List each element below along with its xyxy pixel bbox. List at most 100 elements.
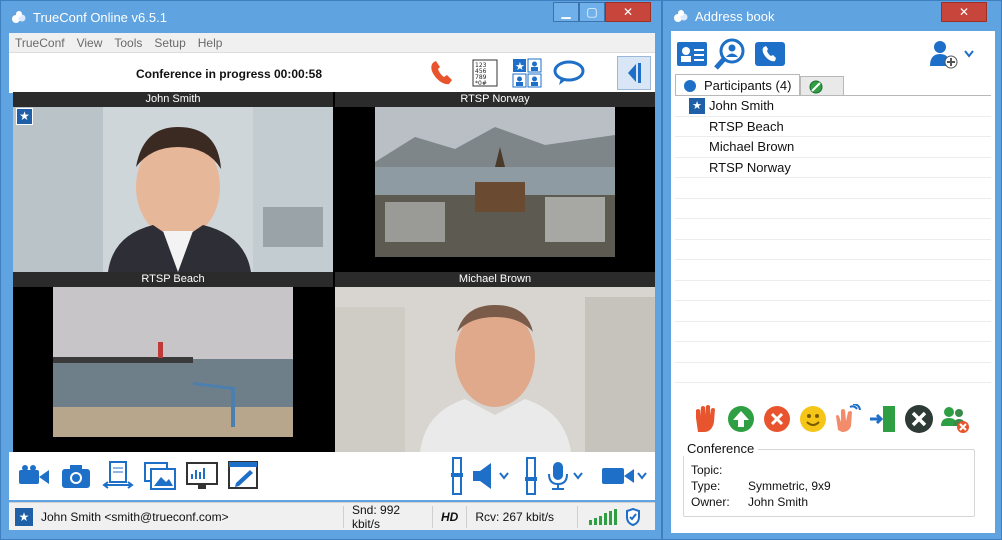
owner-value: John Smith [748,495,809,509]
mic-volume-slider[interactable] [523,457,539,495]
speaker-button[interactable] [467,460,501,492]
volume-slider-icon [525,457,537,495]
menu-setup[interactable]: Setup [148,36,191,50]
list-item[interactable]: RTSP Beach [675,117,991,137]
list-item-empty [675,342,991,363]
participants-layout-icon: ★ [512,58,542,88]
slideshow-icon [144,462,176,490]
microphone-button[interactable] [541,460,575,492]
video-camera-icon [602,468,634,484]
contact-card-icon [677,42,707,66]
main-window-title: TrueConf Online v6.5.1 [33,9,167,25]
list-item-empty [675,219,991,240]
trueconf-logo-icon [674,10,688,22]
file-transfer-icon [102,461,134,489]
add-user-icon [930,41,958,69]
contacts-button[interactable] [675,37,709,71]
arrow-up-circle-icon [728,406,754,432]
maximize-button[interactable]: ▢ [579,2,605,22]
svg-text:*0#: *0# [475,80,487,87]
dialpad-button[interactable]: 123 456 789 *0# [469,57,501,89]
conference-heading: Conference [683,441,759,456]
add-contact-button[interactable] [927,37,961,71]
tab-participants-label: Participants (4) [704,78,792,93]
participants-dot-icon [684,79,696,92]
topic-label: Topic: [691,463,723,477]
address-book-window: Address book ✕ Participants (4) ★ John S… [662,0,1002,540]
participant-name: Michael Brown [709,139,795,155]
camera-toggle-button[interactable] [17,460,51,492]
rtsp-video-image [53,287,293,437]
video-tile-michael-brown[interactable]: Michael Brown [335,272,655,452]
chat-button[interactable] [553,57,585,89]
menu-trueconf[interactable]: TrueConf [9,36,71,50]
menu-tools[interactable]: Tools [108,36,148,50]
mic-options-dropdown[interactable] [571,460,585,492]
presenter-star-icon: ★ [16,108,33,125]
remove-participant-button[interactable] [761,403,793,435]
leave-conference-button[interactable] [867,403,899,435]
type-label: Type: [691,479,721,493]
promote-button[interactable] [725,403,757,435]
list-item-empty [675,178,991,199]
snapshot-button[interactable] [59,460,93,492]
end-conference-button[interactable] [903,403,935,435]
video-send-button[interactable] [601,460,635,492]
stop-circle-icon [905,405,933,433]
dialpad-icon: 123456789*0# [472,59,498,87]
exit-door-icon [870,406,895,432]
kick-all-button[interactable] [939,403,971,435]
list-item-empty [675,281,991,301]
participant-video-image [335,287,655,452]
list-item[interactable]: ★ John Smith [675,96,991,117]
hangup-button[interactable] [427,57,459,89]
video-options-dropdown[interactable] [635,460,649,492]
video-camera-icon [19,465,49,484]
file-transfer-button[interactable] [101,460,135,492]
list-item-empty [675,260,991,281]
signal-strength-icon [589,508,618,525]
close-button[interactable]: ✕ [605,2,651,22]
tab-participants[interactable]: Participants (4) [675,74,801,96]
video-tile-label: Michael Brown [335,272,655,287]
list-item[interactable]: RTSP Norway [675,158,991,178]
status-divider [577,505,579,528]
raise-hand-button[interactable] [689,403,721,435]
speaker-volume-slider[interactable] [449,457,465,495]
trueconf-logo-icon [12,11,26,23]
chevron-down-icon [637,472,647,480]
bottom-toolbar [9,452,655,500]
participants-list: ★ John Smith RTSP Beach Michael Brown RT… [675,95,991,395]
video-tile-rtsp-norway[interactable]: RTSP Norway [335,92,655,272]
chevron-left-icon [628,63,641,83]
video-tile-rtsp-beach[interactable]: RTSP Beach [13,272,333,452]
video-tile-label: RTSP Norway [335,92,655,107]
add-contact-dropdown[interactable] [961,37,977,71]
owner-label: Owner: [691,495,730,509]
chevron-down-icon [499,472,509,480]
smiley-icon [800,406,826,432]
svg-text:★: ★ [515,61,525,73]
menu-help[interactable]: Help [192,36,229,50]
search-contacts-button[interactable] [713,37,747,71]
call-history-button[interactable] [753,37,787,71]
emoticon-button[interactable] [797,403,829,435]
desktop-share-button[interactable] [185,460,219,492]
participant-video-image [13,107,333,272]
applause-button[interactable] [831,403,863,435]
minimize-button[interactable]: ▁ [553,2,579,22]
presenter-star-icon: ★ [689,98,705,114]
whiteboard-button[interactable] [227,460,261,492]
security-shield-icon [626,507,641,526]
layout-button[interactable]: ★ [511,57,543,89]
list-item[interactable]: Michael Brown [675,137,991,158]
tab-chat[interactable] [800,76,845,96]
speaker-options-dropdown[interactable] [497,460,511,492]
collapse-panel-button[interactable] [617,56,651,90]
slideshow-button[interactable] [143,460,177,492]
raise-hand-icon [696,405,715,432]
video-tile-john-smith[interactable]: John Smith ★ [13,92,333,272]
close-button[interactable]: ✕ [941,2,987,22]
participant-actions [689,403,989,439]
menu-view[interactable]: View [71,36,109,50]
